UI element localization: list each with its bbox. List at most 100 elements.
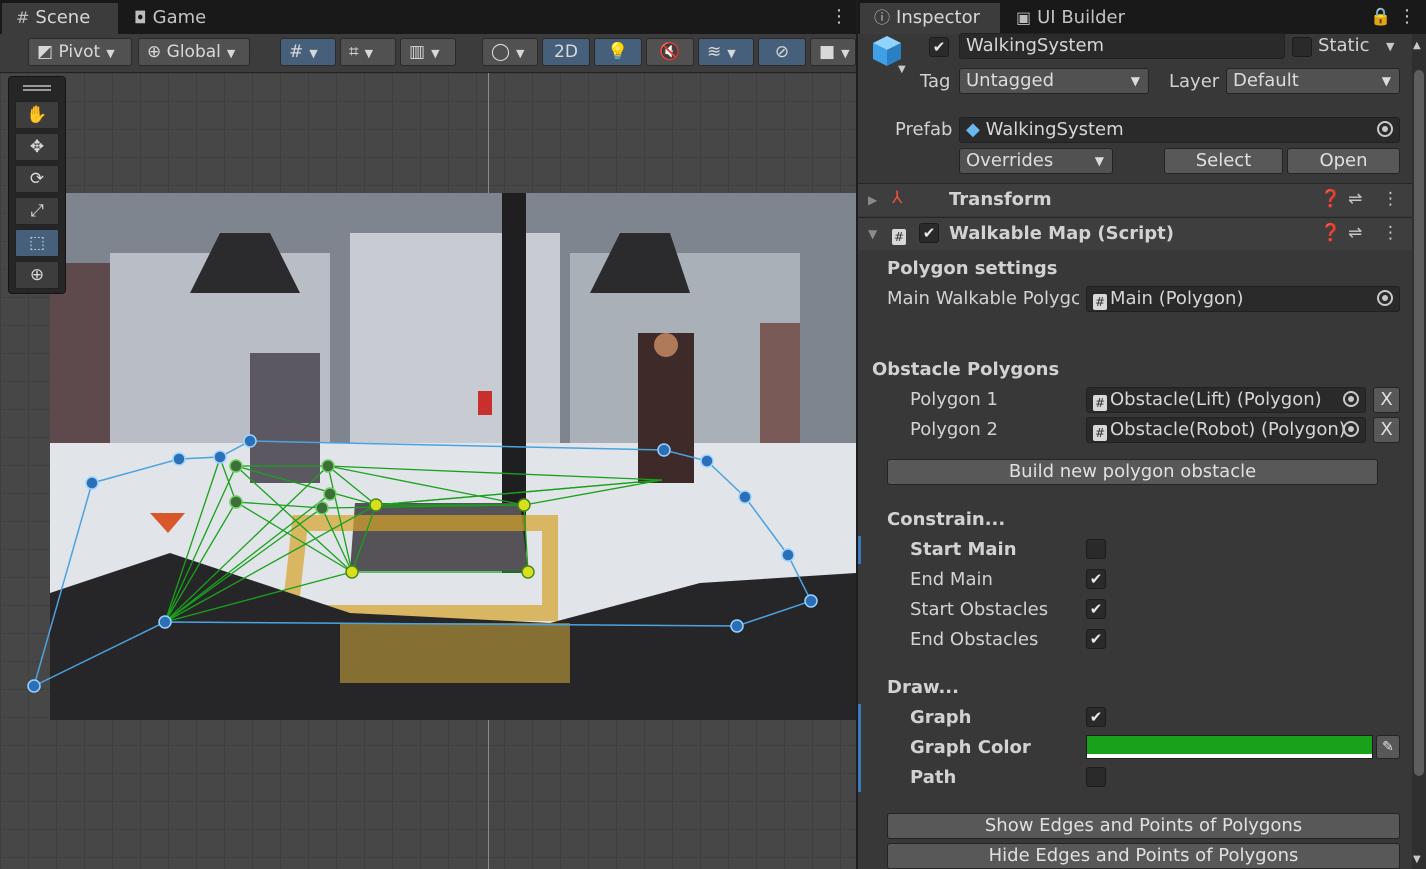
obstacle-point-handle[interactable]: [323, 487, 337, 501]
object-picker-icon[interactable]: [1343, 421, 1359, 437]
start-main-checkbox[interactable]: [1086, 539, 1106, 559]
component-menu-icon[interactable]: ⋮: [1382, 189, 1399, 209]
inspector-menu-icon[interactable]: ⋮: [1398, 8, 1416, 26]
constrain-end-obstacles-label: End Obstacles: [910, 629, 1039, 650]
prefab-field[interactable]: ◆ WalkingSystem: [959, 117, 1400, 143]
walkable-map-title: Walkable Map (Script): [949, 223, 1175, 244]
hand-tool-button[interactable]: ✋: [15, 101, 59, 129]
obstacle-point-handle[interactable]: [315, 501, 329, 515]
walkable-point-handle[interactable]: [27, 679, 41, 693]
graph-color-label: Graph Color: [910, 737, 1031, 758]
chevron-down-icon[interactable]: ▼: [898, 60, 906, 80]
walkable-point-handle[interactable]: [243, 434, 257, 448]
walkable-point-handle[interactable]: [700, 454, 714, 468]
grid-snap-toggle[interactable]: # ▼: [280, 38, 336, 66]
help-icon[interactable]: ❓: [1320, 189, 1341, 209]
obstacle-point-handle[interactable]: [321, 459, 335, 473]
object-name-field[interactable]: WalkingSystem: [959, 33, 1285, 59]
remove-obstacle-2-button[interactable]: X: [1373, 417, 1400, 443]
lock-icon[interactable]: 🔒: [1370, 7, 1391, 27]
static-checkbox[interactable]: [1292, 37, 1312, 57]
obstacle-point-handle[interactable]: [229, 459, 243, 473]
drag-handle-icon[interactable]: [23, 85, 51, 87]
graph-checkbox[interactable]: ✔: [1086, 707, 1106, 727]
obstacle-point-handle[interactable]: [229, 495, 243, 509]
lighting-toggle[interactable]: 💡: [594, 38, 642, 66]
pivot-dropdown[interactable]: ◩ Pivot ▼: [28, 38, 132, 66]
shading-mode-dropdown[interactable]: ◯ ▼: [482, 38, 538, 66]
scene-menu-icon[interactable]: ⋮: [830, 8, 848, 26]
script-icon: #: [1093, 294, 1107, 310]
walkable-point-handle[interactable]: [172, 452, 186, 466]
move-tool-button[interactable]: ✥: [15, 133, 59, 161]
main-walkable-field[interactable]: # Main (Polygon): [1086, 286, 1400, 312]
build-obstacle-button[interactable]: Build new polygon obstacle: [887, 459, 1378, 485]
obstacle-point-handle[interactable]: [345, 565, 359, 579]
object-picker-icon[interactable]: [1377, 290, 1393, 306]
rotate-tool-button[interactable]: ⟳: [15, 165, 59, 193]
tab-game[interactable]: ◘ Game: [120, 3, 230, 34]
overrides-dropdown[interactable]: Overrides ▼: [959, 148, 1113, 174]
select-button[interactable]: Select: [1164, 148, 1283, 174]
scroll-up-icon[interactable]: ▲: [1413, 36, 1421, 56]
walkable-map-header[interactable]: ▼ # ✔ Walkable Map (Script) ❓ ⇌ ⋮: [858, 217, 1412, 250]
increment-snap-toggle[interactable]: ⌗ ▼: [340, 38, 396, 66]
graph-color-field[interactable]: [1086, 735, 1373, 759]
scale-tool-button[interactable]: ⤢: [15, 197, 59, 225]
camera-dropdown[interactable]: ■ ▼: [810, 38, 856, 66]
inspector-scrollbar-thumb[interactable]: [1414, 70, 1424, 776]
scroll-down-icon[interactable]: ▼: [1413, 850, 1421, 869]
object-picker-icon[interactable]: [1343, 391, 1359, 407]
tab-inspector-label: Inspector: [896, 7, 980, 28]
hide-edges-button[interactable]: Hide Edges and Points of Polygons: [887, 843, 1400, 869]
start-obstacles-checkbox[interactable]: ✔: [1086, 599, 1106, 619]
component-menu-icon[interactable]: ⋮: [1382, 223, 1399, 243]
remove-obstacle-1-button[interactable]: X: [1373, 387, 1400, 413]
obstacle-point-handle[interactable]: [517, 498, 531, 512]
script-enabled-checkbox[interactable]: ✔: [919, 223, 939, 243]
snap-icon: ⌗: [349, 42, 359, 62]
obstacle-point-handle[interactable]: [369, 498, 383, 512]
walkable-point-handle[interactable]: [781, 548, 795, 562]
audio-toggle[interactable]: 🔇: [646, 38, 694, 66]
path-checkbox[interactable]: [1086, 767, 1106, 787]
active-checkbox[interactable]: ✔: [929, 37, 949, 57]
rect-tool-button[interactable]: ⬚: [15, 229, 59, 257]
presets-icon[interactable]: ⇌: [1348, 223, 1362, 243]
effects-toggle[interactable]: ≋ ▼: [698, 38, 754, 66]
tag-dropdown[interactable]: Untagged ▼: [959, 68, 1149, 94]
static-dropdown-icon[interactable]: ▼: [1386, 37, 1394, 57]
obstacle-2-field[interactable]: # Obstacle(Robot) (Polygon): [1086, 417, 1366, 443]
walkable-point-handle[interactable]: [85, 476, 99, 490]
help-icon[interactable]: ❓: [1320, 223, 1341, 243]
open-button[interactable]: Open: [1287, 148, 1400, 174]
walkable-point-handle[interactable]: [657, 443, 671, 457]
transform-tool-button[interactable]: ⊕: [15, 261, 59, 289]
tab-scene[interactable]: # Scene: [2, 3, 118, 34]
walkable-point-handle[interactable]: [738, 490, 752, 504]
chevron-down-icon[interactable]: ▼: [868, 224, 877, 244]
global-dropdown[interactable]: ⊕ Global ▼: [138, 38, 250, 66]
end-main-checkbox[interactable]: ✔: [1086, 569, 1106, 589]
eyedropper-icon[interactable]: ✎: [1376, 735, 1400, 759]
transform-header[interactable]: ▶ ⅄ Transform ❓ ⇌ ⋮: [858, 183, 1412, 216]
chevron-right-icon[interactable]: ▶: [868, 190, 877, 210]
object-picker-icon[interactable]: [1377, 121, 1393, 137]
obstacle-1-field[interactable]: # Obstacle(Lift) (Polygon): [1086, 387, 1366, 413]
grid-visibility-toggle[interactable]: ▥ ▼: [400, 38, 456, 66]
show-edges-button[interactable]: Show Edges and Points of Polygons: [887, 813, 1400, 839]
walkable-point-handle[interactable]: [804, 594, 818, 608]
tab-inspector[interactable]: ⓘ Inspector: [860, 3, 1000, 34]
mode-2d-toggle[interactable]: 2D: [542, 38, 590, 66]
walkable-point-handle[interactable]: [213, 450, 227, 464]
obstacle-point-handle[interactable]: [521, 565, 535, 579]
scene-visibility-toggle[interactable]: ⊘: [758, 38, 806, 66]
tab-ui-builder[interactable]: ▣ UI Builder: [1002, 3, 1152, 34]
walkable-point-handle[interactable]: [158, 615, 172, 629]
end-obstacles-checkbox[interactable]: ✔: [1086, 629, 1106, 649]
chevron-down-icon: ▼: [516, 47, 525, 60]
presets-icon[interactable]: ⇌: [1348, 189, 1362, 209]
walkable-point-handle[interactable]: [730, 619, 744, 633]
layer-dropdown[interactable]: Default ▼: [1226, 68, 1400, 94]
transform-axes-icon: ⅄: [892, 188, 903, 208]
